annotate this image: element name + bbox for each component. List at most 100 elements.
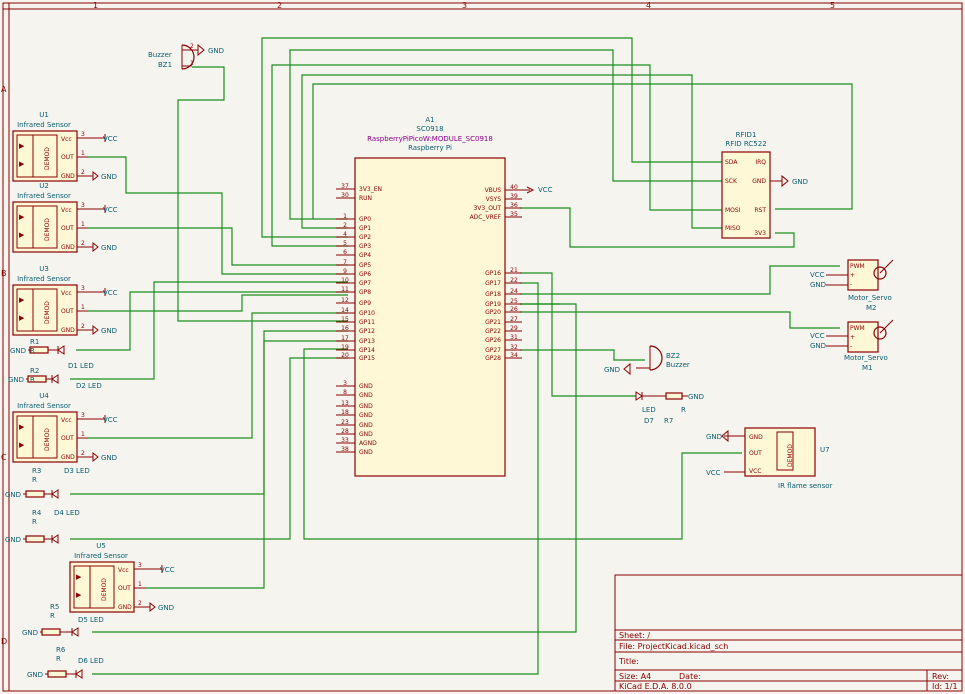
svg-text:▶: ▶ [19,160,25,168]
sensor-vcc-label: VCC [103,135,118,143]
pico-pin-num: 20 [341,352,349,359]
sensor-pin-gnd: GND [118,604,132,611]
sensor-ref: U1 [39,111,49,119]
servo-m2-vcc: VCC [810,271,825,279]
pico-pin-num: 34 [510,352,518,359]
svg-text:▶: ▶ [19,314,25,322]
sensor-gnd-label: GND [101,327,117,335]
led-icon [51,489,59,499]
svg-text:▶: ▶ [76,573,82,581]
svg-text:-: - [850,343,852,350]
sensor-pin-vcc: Vcc [118,567,129,574]
led-icon [57,345,65,355]
resistor-value: R [50,612,55,620]
sensor-value: Infrared Sensor [17,402,71,410]
pico-pin-num: 9 [343,268,347,275]
pico-pin-num: 2 [343,222,347,229]
pico-pin-name: GP22 [485,328,501,335]
ir-sensor[interactable]: U3 Infrared Sensor DEMOD ▶ ▶ Vcc OUT GND 3 1 2 VCC G… [12,265,118,336]
led-value: LED [642,406,656,414]
resistor-value: R [30,376,35,384]
led-pair[interactable]: GND LED D7 R R7 [635,391,704,425]
pico-pin-name: GP5 [359,262,371,269]
pico-pin-num: 25 [510,298,518,305]
led-ref: D2 [76,382,86,390]
buzzer-bz1[interactable]: 2 1 GND Buzzer BZ1 [148,43,224,70]
flame-gnd: GND [706,433,722,441]
svg-text:▶: ▶ [19,231,25,239]
tb-sheet: Sheet: / [619,631,650,640]
rfid-pin-miso: MISO [725,225,741,232]
gnd-icon [92,241,99,253]
led-ref: D4 [54,509,64,517]
gnd-icon [781,174,789,188]
pico-pin-num: 37 [341,183,349,190]
sensor-vcc-label: VCC [103,289,118,297]
rfid-module[interactable]: RFID1 RFID RC522 SDA SCK MOSI MISO IRQ G… [721,131,808,239]
pico-pin-name: GP21 [485,319,501,326]
svg-text:▶: ▶ [19,142,25,150]
servo-m2[interactable]: PWM + - VCC GND Motor_Servo M2 [810,259,894,312]
pico-pin-num: 21 [510,267,518,274]
sensor-vcc-label: VCC [103,416,118,424]
pico-pin-num: 19 [341,344,349,351]
ir-flame-sensor[interactable]: DEMOD GND OUT VCC U7 IR flame sensor GND… [706,427,833,490]
pico-pin-name: GND [359,392,373,399]
ir-sensor[interactable]: U2 Infrared Sensor DEMOD ▶ ▶ Vcc OUT GND 3 1 2 VCC G… [12,182,118,253]
pico-pin-name: GP26 [485,337,501,344]
resistor [47,670,67,678]
led-ref: D5 [78,616,88,624]
svg-text:-: - [850,281,852,288]
gnd-icon [92,324,99,336]
tb-id: Id: 1/1 [932,682,958,691]
rfid-pin-rst: RST [754,207,766,214]
servo-m1-gnd: GND [810,342,826,350]
servo-m1-value: Motor_Servo [844,354,888,362]
sensor-pin-num: 1 [81,431,85,438]
servo-m2-value: Motor_Servo [848,294,892,302]
pico-pin-name: GP19 [485,301,501,308]
pico-pin-name: VBUS [485,187,502,194]
rfid-gnd-label: GND [792,178,808,186]
vbus-vcc-label: VCC [538,186,553,194]
led-gnd-label: GND [5,536,21,544]
flame-value: IR flame sensor [778,482,833,490]
pico-pin-num: 6 [343,249,347,256]
pico-pin-num: 23 [341,419,349,426]
sensor-ref: U3 [39,265,49,273]
sensor-demod: DEMOD [44,218,51,241]
sensor-pin-num: 1 [81,150,85,157]
pico-pin-num: 26 [510,306,518,313]
led-pair[interactable]: GND R4R D4 LED [5,509,80,544]
title-block: Sheet: / File: ProjectKicad.kicad_sch Ti… [614,574,963,692]
pico-pin-num: 16 [341,325,349,332]
sensor-pin-num: 3 [81,412,85,419]
pico-pin-name: GP18 [485,291,501,298]
pico-pin-num: 24 [510,288,518,295]
sensor-pin-num: 2 [81,240,85,247]
pico-pin-name: GP27 [485,347,501,354]
sensor-pin-out: OUT [61,308,74,315]
pico-pin-num: 8 [343,389,347,396]
pico-pin-name: GND [359,383,373,390]
ir-sensor[interactable]: U1 Infrared Sensor DEMOD ▶ ▶ Vcc OUT GND 3 1 2 VCC G… [12,111,118,182]
ir-sensor[interactable]: U5 Infrared Sensor DEMOD ▶ ▶ Vcc OUT GND 3 1 2 VCC G… [69,542,175,613]
sensor-pin-num: 1 [81,304,85,311]
sensor-gnd-label: GND [158,604,174,612]
bz2-ref: BZ2 [666,352,680,360]
pico-pin-name: GP15 [359,355,375,362]
led-gnd-label: GND [27,671,43,679]
led-pair[interactable]: GND R1R D1 LED [10,338,94,370]
pico-pin-name: GND [359,403,373,410]
rfid-ref: RFID1 [736,131,757,139]
sensor-pin-vcc: Vcc [61,207,72,214]
svg-text:+: + [850,272,855,279]
ir-sensor[interactable]: U4 Infrared Sensor DEMOD ▶ ▶ Vcc OUT GND 3 1 2 VCC G… [12,392,118,463]
sensor-demod: DEMOD [44,428,51,451]
sensor-pin-num: 3 [138,562,142,569]
led-icon [71,627,79,637]
pico-pin-num: 35 [510,211,518,218]
sensor-value: Infrared Sensor [17,121,71,129]
pico-symbol[interactable]: A1 SC0918 RaspberryPiPicoW:MODULE_SC0918… [336,116,553,477]
flame-pin-out: OUT [749,450,762,457]
